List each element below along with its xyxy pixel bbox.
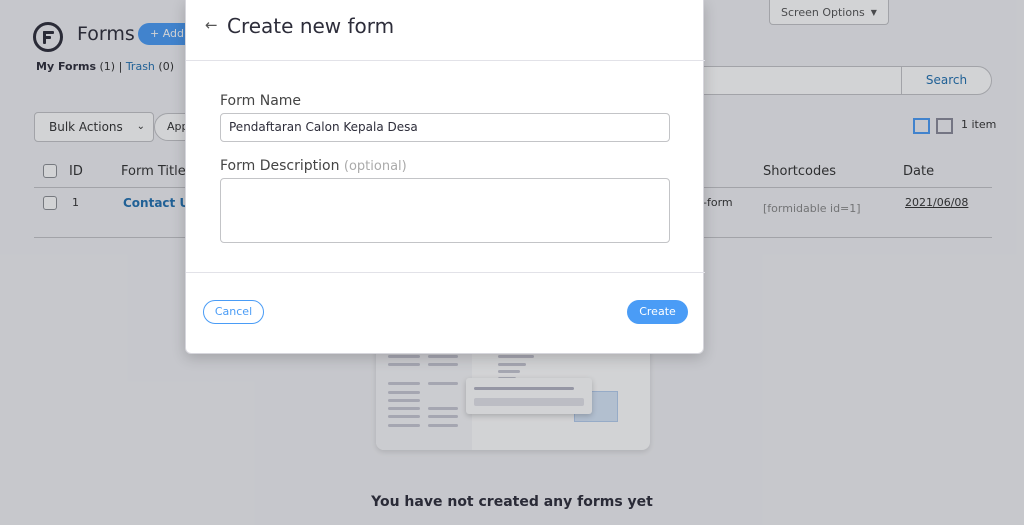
optional-hint: (optional) — [343, 159, 407, 174]
modal-title: Create new form — [227, 14, 395, 38]
modal-header: ← Create new form — [186, 0, 705, 61]
create-form-modal: ← Create new form Form Name Pendaftaran … — [185, 0, 705, 354]
create-button[interactable]: Create — [627, 300, 688, 324]
form-description-field[interactable] — [220, 178, 670, 243]
modal-divider — [186, 272, 705, 273]
back-arrow-icon[interactable]: ← — [205, 16, 218, 34]
form-description-label: Form Description (optional) — [220, 158, 407, 174]
form-name-label: Form Name — [220, 93, 302, 109]
form-description-label-text: Form Description — [220, 158, 340, 174]
form-name-field[interactable]: Pendaftaran Calon Kepala Desa — [220, 113, 670, 142]
cancel-button[interactable]: Cancel — [203, 300, 264, 324]
